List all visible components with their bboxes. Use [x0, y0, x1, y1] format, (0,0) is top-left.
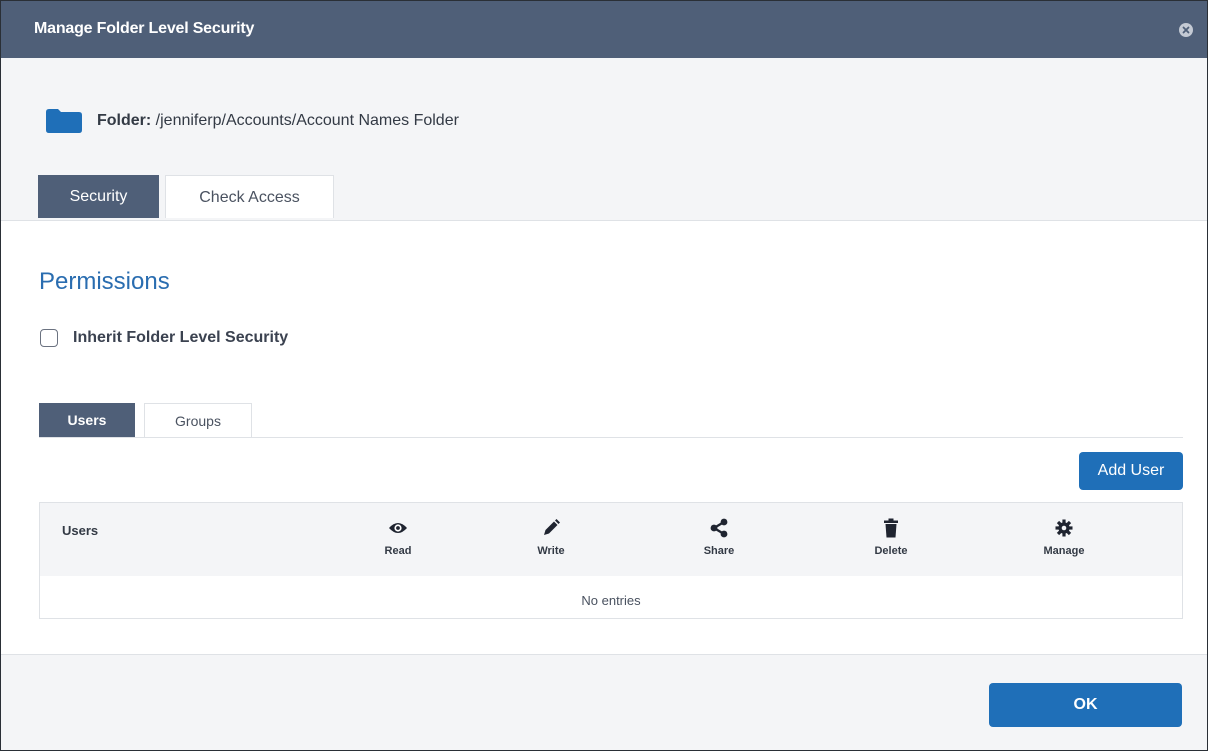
read-label: Read: [384, 545, 412, 557]
subtab-users[interactable]: Users: [39, 403, 135, 437]
eye-icon: [358, 517, 438, 539]
write-label: Write: [537, 545, 565, 557]
tab-security[interactable]: Security: [38, 175, 159, 218]
trash-icon: [851, 517, 931, 539]
close-icon[interactable]: [1179, 23, 1193, 37]
dialog-title: Manage Folder Level Security: [34, 20, 255, 37]
delete-column-header: Delete: [851, 517, 931, 557]
read-column-header: Read: [358, 517, 438, 557]
inherit-security-label[interactable]: Inherit Folder Level Security: [73, 329, 288, 347]
share-label: Share: [703, 545, 735, 557]
gear-icon: [1024, 517, 1104, 539]
share-icon: [679, 517, 759, 539]
ok-button[interactable]: OK: [989, 683, 1182, 727]
folder-path: /jenniferp/Accounts/Account Names Folder: [155, 112, 459, 129]
empty-state-text: No entries: [581, 593, 641, 608]
manage-folder-security-dialog: Manage Folder Level Security Folder: /je…: [0, 0, 1208, 751]
permissions-heading: Permissions: [39, 268, 170, 295]
manage-column-header: Manage: [1024, 517, 1104, 557]
write-column-header: Write: [511, 517, 591, 557]
delete-label: Delete: [874, 545, 908, 557]
pencil-icon: [511, 517, 591, 539]
folder-path-text: Folder: /jenniferp/Accounts/Account Name…: [97, 112, 459, 130]
add-user-button[interactable]: Add User: [1079, 452, 1183, 490]
folder-icon: [46, 109, 82, 133]
share-column-header: Share: [679, 517, 759, 557]
grid-header: Users Read Write Share Delete Manage: [40, 503, 1182, 576]
tab-check-access[interactable]: Check Access: [165, 175, 334, 218]
dialog-titlebar: Manage Folder Level Security: [1, 1, 1207, 58]
folder-label: Folder:: [97, 112, 152, 129]
users-permissions-grid: Users Read Write Share Delete Manage No …: [39, 502, 1183, 619]
subtab-divider: [39, 437, 1183, 438]
users-column-header[interactable]: Users: [62, 523, 98, 538]
subtab-groups[interactable]: Groups: [144, 403, 252, 437]
inherit-security-checkbox[interactable]: [40, 329, 58, 347]
dialog-footer: OK: [1, 655, 1207, 750]
manage-label: Manage: [1043, 545, 1085, 557]
